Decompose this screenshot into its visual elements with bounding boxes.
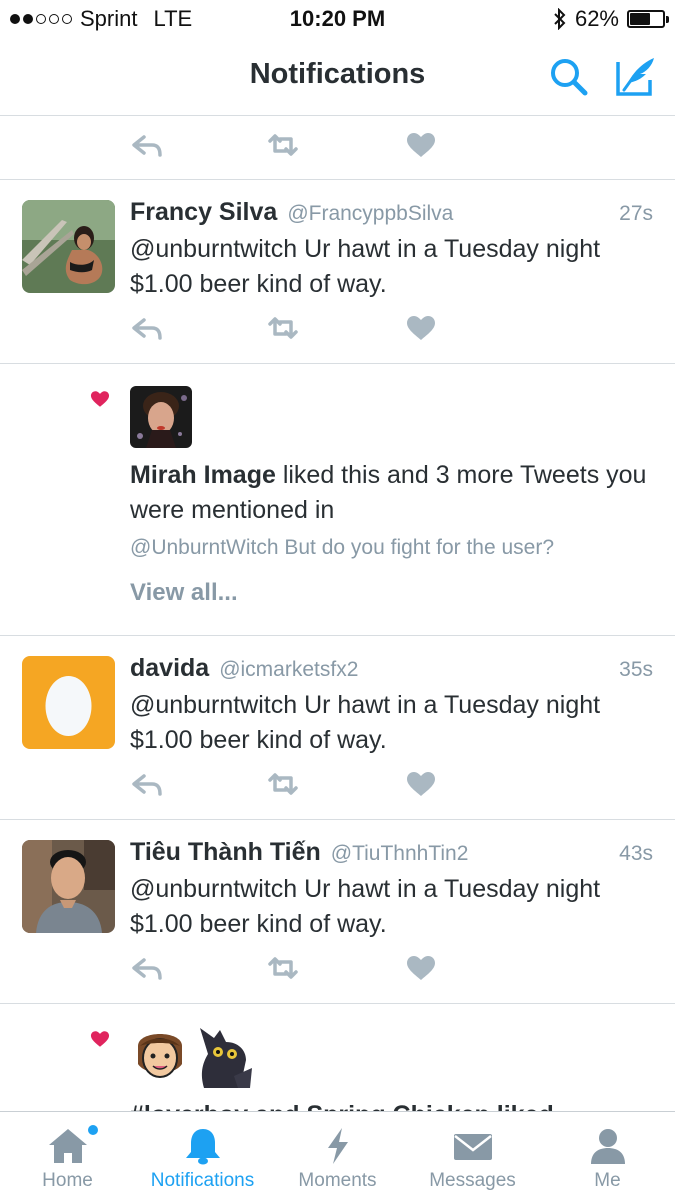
reply-icon [132, 135, 162, 157]
tweet-item[interactable]: davida @icmarketsfx2 35s @unburntwitch U… [0, 636, 675, 819]
egg-icon [45, 676, 92, 736]
liker-name[interactable]: Mirah Image [130, 461, 276, 489]
heart-icon [407, 772, 435, 796]
reply-icon [132, 958, 162, 980]
retweet-icon [268, 134, 298, 156]
tab-home[interactable]: Home [0, 1112, 135, 1200]
battery-percent: 62% [574, 6, 619, 31]
lightning-icon [327, 1128, 348, 1164]
author-handle[interactable]: @FrancyppbSilva [287, 202, 453, 226]
reply-button[interactable] [130, 770, 164, 798]
compose-icon [616, 58, 654, 96]
avatar[interactable] [22, 200, 115, 293]
heart-icon [90, 391, 110, 407]
search-icon [551, 59, 588, 96]
envelope-icon [453, 1134, 492, 1160]
reply-icon [132, 318, 162, 340]
heart-icon [407, 956, 435, 980]
tweet-timestamp: 43s [619, 842, 653, 865]
tweet-header: Tiêu Thành Tiến @TiuThnhTin2 43s [130, 838, 653, 867]
home-icon [48, 1129, 87, 1163]
tweet-timestamp: 35s [619, 658, 653, 681]
like-button[interactable] [404, 954, 438, 982]
tab-messages[interactable]: Messages [405, 1112, 540, 1200]
tweet-text: @unburntwitch Ur hawt in a Tuesday night… [130, 875, 601, 938]
like-notification-text: #loverboy and Spring Chicken liked [130, 1101, 554, 1111]
like-notification[interactable]: #loverboy and Spring Chicken liked [0, 1004, 675, 1111]
avatar[interactable] [130, 1024, 190, 1088]
retweet-icon [268, 773, 298, 795]
tweet-text: @unburntwitch Ur hawt in a Tuesday night… [130, 235, 601, 298]
search-button[interactable] [548, 56, 590, 98]
tab-label: Notifications [150, 1170, 255, 1191]
reply-icon [132, 774, 162, 796]
tweet-header: davida @icmarketsfx2 35s [130, 654, 653, 683]
heart-icon [407, 133, 435, 157]
person-icon [590, 1129, 625, 1164]
tweet-item[interactable]: Tiêu Thành Tiến @TiuThnhTin2 43s @unburn… [0, 820, 675, 1003]
tab-label: Moments [298, 1170, 377, 1191]
like-notification[interactable]: Mirah Image liked this and 3 more Tweets… [0, 364, 675, 635]
notifications-feed[interactable]: Francy Silva @FrancyppbSilva 27s @unburn… [0, 117, 675, 1111]
tweet-header: Francy Silva @FrancyppbSilva 27s [130, 198, 653, 227]
tweet-text: @unburntwitch Ur hawt in a Tuesday night… [130, 691, 601, 754]
tweet-actions [0, 948, 675, 988]
tweet-actions [0, 117, 675, 179]
avatar[interactable] [194, 1024, 258, 1088]
status-right: 62% [553, 6, 669, 32]
tweet-item[interactable]: Francy Silva @FrancyppbSilva 27s @unburn… [0, 180, 675, 363]
tweet-actions [0, 308, 675, 348]
retweet-icon [268, 957, 298, 979]
reply-button[interactable] [130, 314, 164, 342]
compose-tweet-button[interactable] [614, 54, 658, 98]
bell-icon [185, 1129, 220, 1165]
author-handle[interactable]: @TiuThnhTin2 [331, 842, 469, 866]
tab-label: Messages [429, 1170, 516, 1191]
avatar[interactable] [22, 840, 115, 933]
heart-icon [90, 1031, 110, 1047]
avatar[interactable] [22, 656, 115, 749]
view-all-link[interactable]: View all... [130, 579, 238, 607]
author-name[interactable]: Tiêu Thành Tiến [130, 838, 321, 867]
tab-notifications[interactable]: Notifications [135, 1112, 270, 1200]
tab-moments[interactable]: Moments [270, 1112, 405, 1200]
tweet-actions [0, 764, 675, 804]
like-notification-text: Mirah Image liked this and 3 more Tweets… [130, 458, 650, 528]
retweet-button[interactable] [266, 314, 300, 342]
retweet-button[interactable] [266, 954, 300, 982]
battery-icon [627, 10, 669, 28]
avatar[interactable] [130, 386, 192, 448]
tweet-timestamp: 27s [619, 202, 653, 225]
liked-tweet-quote: @UnburntWitch But do you fight for the u… [130, 536, 555, 559]
navigation-bar: Notifications [0, 38, 675, 116]
status-bar: Sprint LTE 10:20 PM 62% [0, 0, 675, 38]
retweet-button[interactable] [266, 770, 300, 798]
reply-button[interactable] [130, 954, 164, 982]
like-button[interactable] [404, 131, 438, 159]
tab-label: Home [42, 1170, 93, 1191]
heart-icon [407, 316, 435, 340]
like-button[interactable] [404, 770, 438, 798]
tab-me[interactable]: Me [540, 1112, 675, 1200]
tab-bar: Home Notifications Moments Messages Me [0, 1111, 675, 1200]
author-handle[interactable]: @icmarketsfx2 [219, 658, 358, 682]
retweet-button[interactable] [266, 131, 300, 159]
retweet-icon [268, 317, 298, 339]
bluetooth-icon [554, 8, 566, 30]
tab-label: Me [594, 1170, 621, 1191]
like-button[interactable] [404, 314, 438, 342]
notification-badge [88, 1125, 98, 1135]
reply-button[interactable] [130, 131, 164, 159]
author-name[interactable]: davida [130, 654, 209, 683]
author-name[interactable]: Francy Silva [130, 198, 277, 227]
